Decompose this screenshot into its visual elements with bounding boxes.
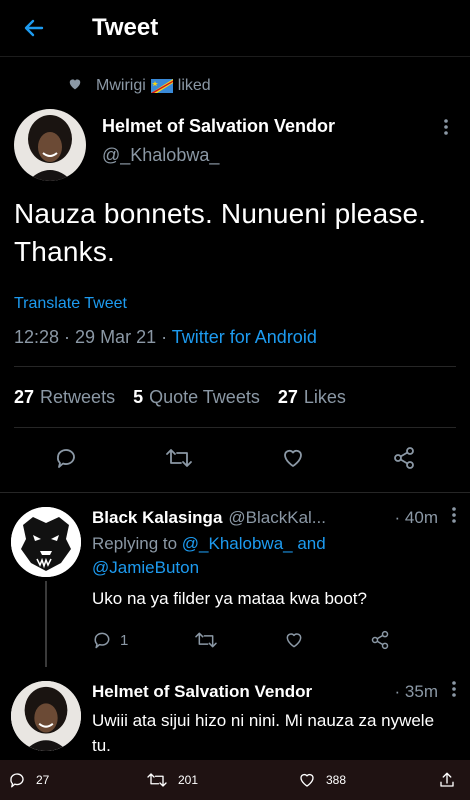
page-title: Tweet — [92, 14, 159, 41]
retweets-label: Retweets — [40, 386, 116, 407]
quotes-count: 5 — [133, 386, 144, 407]
author-handle[interactable]: @_Khalobwa_ — [102, 145, 335, 166]
reply-author-handle[interactable]: @BlackKal... — [228, 508, 388, 528]
reply-time: · 40m — [394, 508, 438, 527]
bottom-reply-button[interactable]: 27 — [8, 771, 49, 789]
retweets-stat[interactable]: 27 Retweets — [14, 387, 115, 408]
flag-icon — [150, 79, 173, 93]
reply-text: Uko na ya filder ya mataa kwa boot? — [92, 589, 367, 608]
bottom-retweet-count: 201 — [178, 773, 199, 787]
top-app-bar: Tweet — [0, 0, 470, 57]
bottom-reply-count: 27 — [36, 773, 50, 787]
tweet-author: Helmet of Salvation Vendor @_Khalobwa_ — [0, 109, 470, 181]
replying-to: Replying to @_Khalobwa_ and @JamieButon — [92, 532, 456, 580]
heart-filled-icon — [68, 77, 82, 95]
upload-icon[interactable] — [438, 771, 456, 789]
more-options-icon[interactable] — [452, 507, 456, 528]
reply-text: Uwiii ata sijui hizo ni nini. Mi nauza z… — [92, 711, 435, 755]
tweet-meta: 12:28 · 29 Mar 21 · Twitter for Android — [14, 327, 456, 367]
avatar[interactable] — [11, 507, 81, 577]
replying-prefix: Replying to — [92, 534, 182, 553]
reply-tweet[interactable]: Helmet of Salvation Vendor · 35m Uwiii a… — [0, 667, 470, 758]
reply-time: · 35m — [394, 682, 438, 701]
back-arrow-icon[interactable] — [22, 16, 46, 40]
share-icon[interactable] — [392, 446, 416, 475]
quotes-label: Quote Tweets — [149, 386, 260, 407]
more-options-icon[interactable] — [444, 119, 448, 140]
tweet-stats: 27 Retweets 5 Quote Tweets 27 Likes — [14, 367, 456, 428]
reply-count: 1 — [120, 631, 129, 649]
share-icon[interactable] — [370, 630, 390, 650]
replying-to-link[interactable]: @_Khalobwa_ and — [182, 534, 326, 553]
like-icon[interactable] — [281, 446, 305, 475]
thread-line — [45, 581, 47, 667]
retweet-icon[interactable] — [165, 446, 193, 475]
avatar[interactable] — [11, 681, 81, 751]
tweet-actions — [0, 428, 470, 493]
tweet-text-line: Thanks. — [14, 236, 115, 267]
translate-tweet-link[interactable]: Translate Tweet — [14, 295, 456, 313]
more-options-icon[interactable] — [452, 681, 456, 702]
bottom-like-count: 388 — [326, 773, 347, 787]
author-name[interactable]: Helmet of Salvation Vendor — [102, 116, 335, 137]
retweet-icon[interactable] — [194, 630, 218, 650]
bottom-retweet-button[interactable]: 201 — [146, 771, 198, 789]
liker-name[interactable]: Mwirigi — [96, 77, 146, 95]
reply-author-name[interactable]: Helmet of Salvation Vendor — [92, 682, 312, 702]
reply-icon[interactable] — [54, 446, 78, 475]
reply-author-name[interactable]: Black Kalasinga — [92, 508, 222, 528]
replying-to-link[interactable]: @JamieButon — [92, 558, 199, 577]
like-icon[interactable] — [284, 630, 304, 650]
social-context: Mwirigi liked — [68, 77, 470, 95]
bottom-action-bar: 27 201 388 — [0, 760, 470, 800]
retweets-count: 27 — [14, 386, 35, 407]
likes-count: 27 — [277, 386, 298, 407]
tweet-text: Nauza bonnets. Nunueni please. Thanks. — [14, 195, 456, 271]
liked-label: liked — [177, 77, 211, 94]
tweet-text-line: Nauza bonnets. Nunueni please. — [14, 198, 427, 229]
reply-tweet[interactable]: Black Kalasinga @BlackKal... · 40m Reply… — [0, 493, 470, 667]
reply-button[interactable]: 1 — [92, 630, 128, 650]
tweet-source-app[interactable]: Twitter for Android — [172, 327, 317, 347]
avatar[interactable] — [14, 109, 86, 181]
reply-actions: 1 — [92, 627, 456, 653]
bottom-like-button[interactable]: 388 — [298, 771, 346, 789]
tweet-timestamp: 12:28 · 29 Mar 21 · — [14, 327, 172, 347]
quotes-stat[interactable]: 5 Quote Tweets — [133, 387, 260, 408]
likes-label: Likes — [303, 386, 346, 407]
likes-stat[interactable]: 27 Likes — [278, 387, 346, 408]
